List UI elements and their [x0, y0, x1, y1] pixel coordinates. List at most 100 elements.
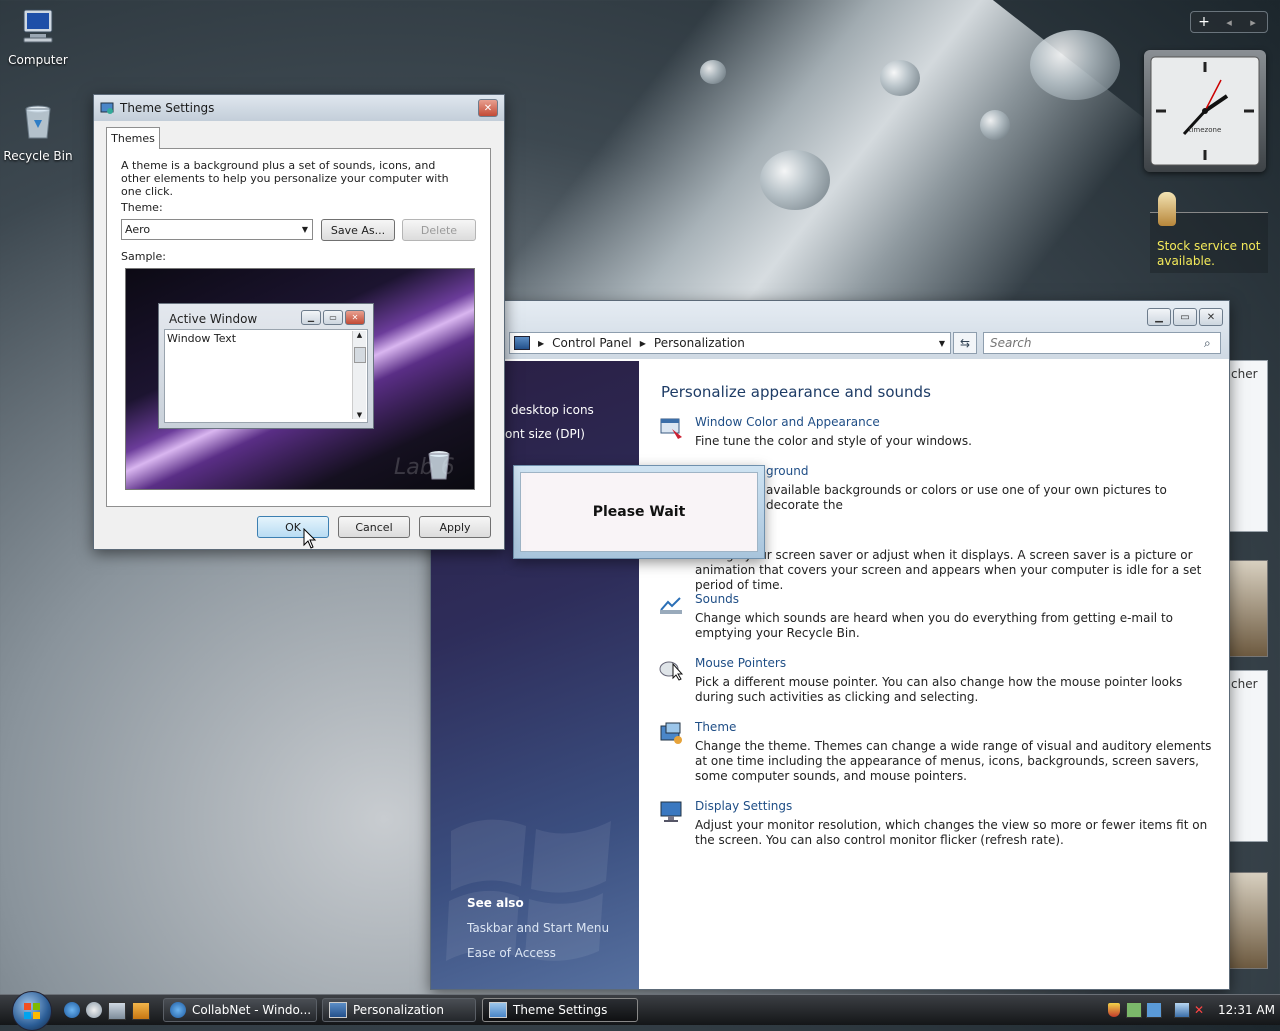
please-wait-dialog: Please Wait	[513, 465, 765, 559]
window-color-icon	[660, 418, 682, 439]
water-drop	[980, 110, 1010, 140]
volume-muted-icon[interactable]: ✕	[1194, 1003, 1208, 1017]
breadcrumb-personalization[interactable]: Personalization	[654, 336, 939, 350]
next-gadget-icon[interactable]: ▸	[1241, 16, 1265, 29]
start-button[interactable]	[12, 991, 52, 1031]
dialog-close-button[interactable]: ✕	[478, 99, 498, 117]
task-link-desktop-icons[interactable]: desktop icons	[511, 403, 594, 417]
media-player-icon[interactable]	[132, 1002, 150, 1020]
tab-themes[interactable]: Themes	[106, 127, 160, 149]
close-button[interactable]: ✕	[1199, 308, 1223, 326]
refresh-button[interactable]: ⇆	[953, 332, 977, 354]
theme-select[interactable]: Aero ▼	[121, 219, 313, 240]
search-box[interactable]: ⌕	[983, 332, 1221, 354]
see-also-ease-of-access[interactable]: Ease of Access	[467, 946, 556, 960]
tab-themes-label: Themes	[111, 132, 155, 145]
stock-message: Stock service not available.	[1157, 239, 1261, 268]
switch-windows-icon[interactable]	[108, 1002, 126, 1020]
window-color-link[interactable]: Window Color and Appearance	[695, 415, 880, 429]
control-panel-window-icon	[329, 1002, 347, 1018]
tray-app-icon-2[interactable]	[1146, 1002, 1162, 1018]
mouse-cursor-icon	[303, 528, 317, 549]
see-also-taskbar[interactable]: Taskbar and Start Menu	[467, 921, 609, 935]
sample-window-text: Window Text	[167, 332, 237, 345]
taskbar-button-label: Theme Settings	[513, 1003, 608, 1017]
display-settings-icon	[660, 801, 682, 822]
window-color-description: Fine tune the color and style of your wi…	[695, 434, 972, 448]
theme-icon	[660, 722, 682, 744]
sounds-icon	[660, 597, 682, 614]
delete-button[interactable]: Delete	[402, 219, 476, 241]
address-bar[interactable]: ▶ Control Panel ▶ Personalization ▼	[509, 332, 951, 354]
photo-gadget-1[interactable]	[1226, 560, 1268, 657]
desktop-icon-label: Recycle Bin	[3, 149, 73, 163]
photo-gadget-2[interactable]	[1226, 872, 1268, 969]
maximize-button[interactable]: ▭	[1173, 308, 1197, 326]
theme-settings-title: Theme Settings	[120, 101, 215, 115]
save-as-button[interactable]: Save As...	[321, 219, 395, 241]
address-dropdown-icon[interactable]: ▼	[939, 339, 945, 348]
minimize-button[interactable]: ▁	[1147, 308, 1171, 326]
taskbar-button-collabnet[interactable]: CollabNet - Windo...	[163, 998, 317, 1022]
theme-settings-titlebar[interactable]: Theme Settings ✕	[94, 95, 504, 121]
sample-window-title: Active Window	[169, 312, 258, 326]
desktop-icon-computer[interactable]: Computer	[0, 6, 76, 67]
add-gadget-icon[interactable]: +	[1191, 14, 1217, 30]
water-drop	[700, 60, 726, 84]
clock-gadget[interactable]: timezone	[1144, 50, 1266, 172]
theme-select-value: Aero	[125, 223, 151, 236]
theme-settings-window-icon	[489, 1002, 507, 1018]
mouse-pointers-link[interactable]: Mouse Pointers	[695, 656, 786, 670]
sounds-link[interactable]: Sounds	[695, 592, 739, 606]
search-icon[interactable]: ⌕	[1204, 336, 1220, 351]
quick-launch	[64, 1002, 150, 1020]
display-settings-link[interactable]: Display Settings	[695, 799, 792, 813]
search-input[interactable]	[988, 335, 1204, 351]
tray-app-icon[interactable]	[1126, 1002, 1142, 1018]
clock-face-icon	[1150, 56, 1260, 166]
sample-window-buttons: ▁ ▭ ✕	[299, 310, 365, 325]
control-panel-icon	[514, 336, 530, 350]
clock[interactable]: 12:31 AM	[1218, 1003, 1275, 1017]
scroll-up-icon: ▲	[356, 331, 363, 339]
dropdown-arrow-icon: ▼	[301, 225, 308, 234]
previous-gadget-icon[interactable]: ◂	[1217, 16, 1241, 29]
theme-link[interactable]: Theme	[695, 720, 736, 734]
see-also-heading: See also	[467, 896, 524, 910]
scroll-down-icon: ▼	[356, 411, 363, 419]
desktop-icon-recycle-bin[interactable]: Recycle Bin	[0, 102, 76, 163]
personalization-window: ▁ ▭ ✕ ▶ Control Panel ▶ Personalization …	[430, 300, 1230, 990]
recycle-bin-icon	[25, 105, 51, 139]
browser-icon[interactable]	[86, 1002, 102, 1018]
feed-gadget-label: cher	[1231, 677, 1258, 691]
feed-gadget-1[interactable]: cher	[1226, 360, 1268, 532]
sample-window-client: Window Text ▲ ▼	[164, 329, 368, 423]
display-settings-description: Adjust your monitor resolution, which ch…	[695, 818, 1208, 847]
computer-icon	[23, 9, 53, 43]
sample-label: Sample:	[121, 250, 166, 263]
task-link-font-size[interactable]: ont size (DPI)	[505, 427, 585, 441]
feed-gadget-2[interactable]: cher	[1226, 670, 1268, 842]
breadcrumb-control-panel[interactable]: Control Panel	[552, 336, 632, 350]
stock-pin-icon	[1158, 192, 1176, 226]
taskbar-button-label: Personalization	[353, 1003, 444, 1017]
network-icon[interactable]	[1174, 1002, 1190, 1018]
sample-maximize-icon: ▭	[323, 310, 343, 325]
sample-active-window: Active Window ▁ ▭ ✕ Window Text ▲ ▼	[158, 303, 374, 429]
internet-explorer-icon[interactable]	[64, 1002, 80, 1018]
browser-window-icon	[170, 1002, 186, 1018]
apply-button[interactable]: Apply	[419, 516, 491, 538]
please-wait-body: Please Wait	[520, 472, 758, 552]
ok-button[interactable]: OK	[257, 516, 329, 538]
mouse-pointers-description: Pick a different mouse pointer. You can …	[695, 675, 1183, 704]
cancel-button[interactable]: Cancel	[338, 516, 410, 538]
desktop-background-link[interactable]: ground	[766, 464, 808, 478]
desktop-icon-label: Computer	[8, 53, 68, 67]
taskbar-button-personalization[interactable]: Personalization	[322, 998, 476, 1022]
water-drop	[760, 150, 830, 210]
security-shield-icon[interactable]	[1108, 1003, 1120, 1017]
taskbar-button-theme-settings[interactable]: Theme Settings	[482, 998, 638, 1022]
sample-close-icon: ✕	[345, 310, 365, 325]
breadcrumb-separator-icon: ▶	[538, 338, 545, 348]
taskbar: CollabNet - Windo... Personalization The…	[0, 991, 1280, 1031]
